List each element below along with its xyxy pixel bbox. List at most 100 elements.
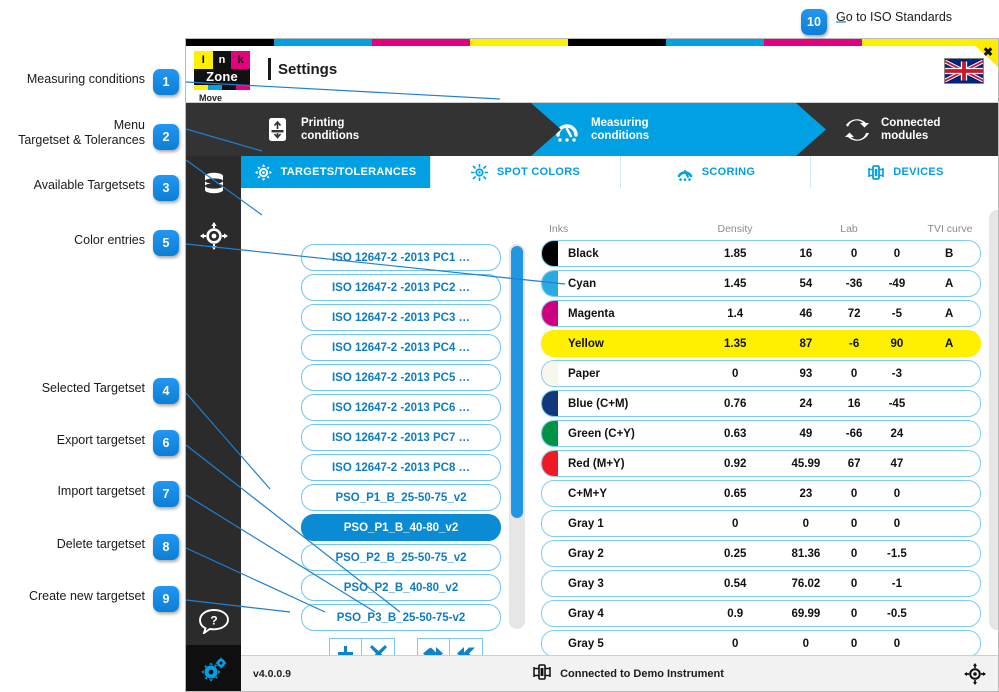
title-separator [268,58,271,80]
color-swatch [542,451,558,476]
cell-density: 0.9 [727,607,744,620]
nav-printing-conditions[interactable]: Printing conditions [241,103,536,156]
table-row[interactable]: C+M+Y 0.65 23 0 0 [541,480,981,507]
cmyk-color-strip [186,39,998,46]
cell-ink-name: Gray 1 [568,517,604,530]
cell-lab-b: -1 [891,577,903,590]
inkzone-logo: I n k Zone Move [194,51,251,103]
cell-lab-b: 24 [890,427,904,440]
database-icon [204,172,223,193]
annotation-badge: 3 [153,175,179,201]
cell-lab-a: 0 [850,517,858,530]
targetset-list-item-selected[interactable]: PSO_P1_B_40-80_v2 [301,514,501,541]
cell-density: 1.35 [724,337,747,350]
color-swatch [542,421,558,446]
scoring-icon [676,163,694,181]
tab-targets-tolerances[interactable]: TARGETS/TOLERANCES [241,156,431,188]
cell-lab-b: -0.5 [887,607,907,620]
status-target-button[interactable] [964,662,998,685]
cell-lab-b: 0 [893,247,901,260]
cell-lab-l: 49 [799,427,813,440]
cell-lab-b: -5 [891,307,903,320]
targetset-list-item[interactable]: PSO_P3_B_25-50-75-v2 [301,604,501,631]
targetset-list-item[interactable]: ISO 12647-2 -2013 PC5 … [301,364,501,391]
cell-ink-name: Black [568,247,599,260]
targetset-list-item[interactable]: ISO 12647-2 -2013 PC6 … [301,394,501,421]
cell-lab-b: 0 [893,487,901,500]
cell-lab-a: -6 [849,337,860,350]
sidebar-item-settings[interactable] [186,645,241,691]
cell-lab-a: 16 [847,397,861,410]
title-bar: I n k Zone Move Settings [186,46,998,103]
language-uk-flag-icon[interactable] [944,58,984,84]
nav-measuring-conditions[interactable]: Measuring conditions [531,103,826,156]
cell-lab-l: 0 [802,637,810,650]
cell-ink-name: Green (C+Y) [568,427,635,440]
table-row[interactable]: Gray 1 0 0 0 0 [541,510,981,537]
cell-ink-name: Blue (C+M) [568,397,629,410]
table-row[interactable]: Cyan 1.45 54 -36 -49 A [541,270,981,297]
logo-letter-k: k [231,51,251,69]
tab-scoring[interactable]: SCORING [621,156,811,188]
column-header-tvi: TVI curve [927,223,973,235]
close-icon[interactable]: ✖ [983,45,993,59]
color-swatch [542,361,558,386]
instrument-icon [531,664,553,683]
sidebar-item-database[interactable] [186,156,241,209]
cell-lab-l: 46 [799,307,813,320]
cell-lab-a: 67 [847,457,861,470]
table-scrollbar[interactable] [989,210,998,630]
tab-devices[interactable]: DEVICES [811,156,998,188]
column-header-density: Density [717,223,753,235]
targetset-list-item[interactable]: ISO 12647-2 -2013 PC1 … [301,244,501,271]
table-row[interactable]: Gray 5 0 0 0 0 [541,630,981,657]
table-row[interactable]: Blue (C+M) 0.76 24 16 -45 [541,390,981,417]
targetset-list-scrollbar[interactable] [509,244,525,629]
table-row[interactable]: Gray 3 0.54 76.02 0 -1 [541,570,981,597]
table-row[interactable]: Paper 0 93 0 -3 [541,360,981,387]
cell-density: 1.45 [724,277,747,290]
cell-density: 0.54 [724,577,747,590]
targetset-list-item[interactable]: PSO_P2_B_25-50-75_v2 [301,544,501,571]
cell-lab-b: 90 [890,337,904,350]
cell-tvi: A [945,307,954,320]
targetset-list-item[interactable]: ISO 12647-2 -2013 PC4 … [301,334,501,361]
cell-lab-a: 72 [847,307,861,320]
sidebar-item-help[interactable]: ? [186,597,241,645]
table-row[interactable]: Red (M+Y) 0.92 45.99 67 47 [541,450,981,477]
cell-density: 0.63 [724,427,747,440]
printing-press-icon [263,116,291,144]
color-swatch [542,391,558,416]
cell-ink-name: Yellow [568,337,604,350]
cell-density: 0.65 [724,487,747,500]
logo-word-zone: Zone [194,69,250,85]
cell-lab-a: -36 [845,277,863,290]
table-row-selected[interactable]: Yellow 1.35 87 -6 90 A [541,330,981,357]
sidebar-item-targets[interactable] [186,209,241,262]
tab-spot-colors[interactable]: SPOT COLORS [431,156,621,188]
version-label: v4.0.0.9 [253,667,291,680]
nav-connected-modules[interactable]: Connected modules [821,103,998,156]
targetset-list-item[interactable]: ISO 12647-2 -2013 PC7 … [301,424,501,451]
help-icon: ? [198,609,229,634]
nav-label: Connected modules [881,116,941,142]
sub-tab-bar: TARGETS/TOLERANCES SPOT COLORS SCORING D… [241,156,998,188]
targetset-list-item[interactable]: ISO 12647-2 -2013 PC8 … [301,454,501,481]
connection-status-label: Connected to Demo Instrument [560,667,724,680]
color-swatch [542,241,558,266]
main-navigation-bar: Printing conditions Measuring conditions [186,103,998,156]
targetset-list-item[interactable]: ISO 12647-2 -2013 PC3 … [301,304,501,331]
targetset-list-item[interactable]: ISO 12647-2 -2013 PC2 … [301,274,501,301]
table-row[interactable]: Gray 4 0.9 69.99 0 -0.5 [541,600,981,627]
table-row[interactable]: Green (C+Y) 0.63 49 -66 24 [541,420,981,447]
scrollbar-thumb[interactable] [511,246,523,518]
targetset-list-item[interactable]: PSO_P2_B_40-80_v2 [301,574,501,601]
column-header-lab: Lab [840,223,858,235]
cell-ink-name: Gray 2 [568,547,604,560]
target-icon [964,662,986,685]
cell-tvi: B [945,247,954,260]
table-row[interactable]: Magenta 1.4 46 72 -5 A [541,300,981,327]
targetset-list-item[interactable]: PSO_P1_B_25-50-75_v2 [301,484,501,511]
table-row[interactable]: Black 1.85 16 0 0 B [541,240,981,267]
table-row[interactable]: Gray 2 0.25 81.36 0 -1.5 [541,540,981,567]
